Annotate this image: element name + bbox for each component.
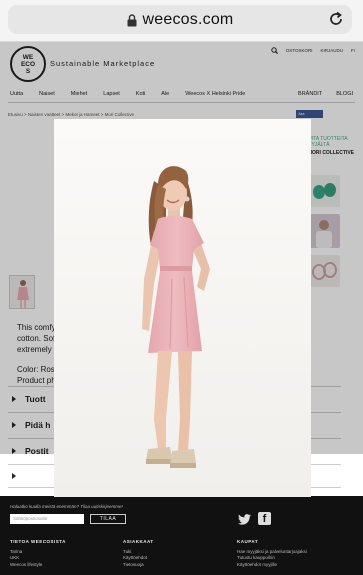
twitter-icon[interactable] (238, 514, 251, 525)
url-text: weecos.com (142, 10, 234, 28)
caret-right-icon (12, 473, 16, 479)
lock-icon (127, 14, 137, 27)
footer-link[interactable]: Tietosuoja (123, 562, 154, 569)
facebook-icon[interactable]: f (258, 512, 271, 525)
footer-link[interactable]: Weecos lifestyle (10, 562, 66, 569)
product-image-lightbox[interactable] (54, 119, 311, 497)
footer-column-shops: KAUPAT Hae myyjäksi ja palveluntarjoajak… (237, 539, 307, 568)
browser-toolbar: weecos.com (0, 0, 363, 42)
address-bar[interactable]: weecos.com (8, 5, 352, 34)
footer-column-customers: ASIAKKAAT Tuki Käyttöehdot Tietosuoja (123, 539, 154, 568)
site-footer: Haluatko kuulla meistä enemmän? Tilaa uu… (0, 496, 363, 575)
footer-link[interactable]: Käyttöehdot myyjille (237, 562, 307, 569)
footer-column-about: TIETOA WEECOSISTA Tarina UKK Weecos life… (10, 539, 66, 568)
footer-column-title: KAUPAT (237, 539, 259, 544)
footer-column-title: TIETOA WEECOSISTA (10, 539, 66, 544)
newsletter-prompt: Haluatko kuulla meistä enemmän? Tilaa uu… (10, 504, 123, 509)
footer-column-title: ASIAKKAAT (123, 539, 154, 544)
product-photo-model (54, 119, 311, 497)
subscribe-button[interactable]: TILAA (90, 514, 126, 524)
newsletter-email-input[interactable]: Sähköpostiosoite (10, 514, 84, 524)
reload-icon[interactable] (328, 11, 344, 27)
